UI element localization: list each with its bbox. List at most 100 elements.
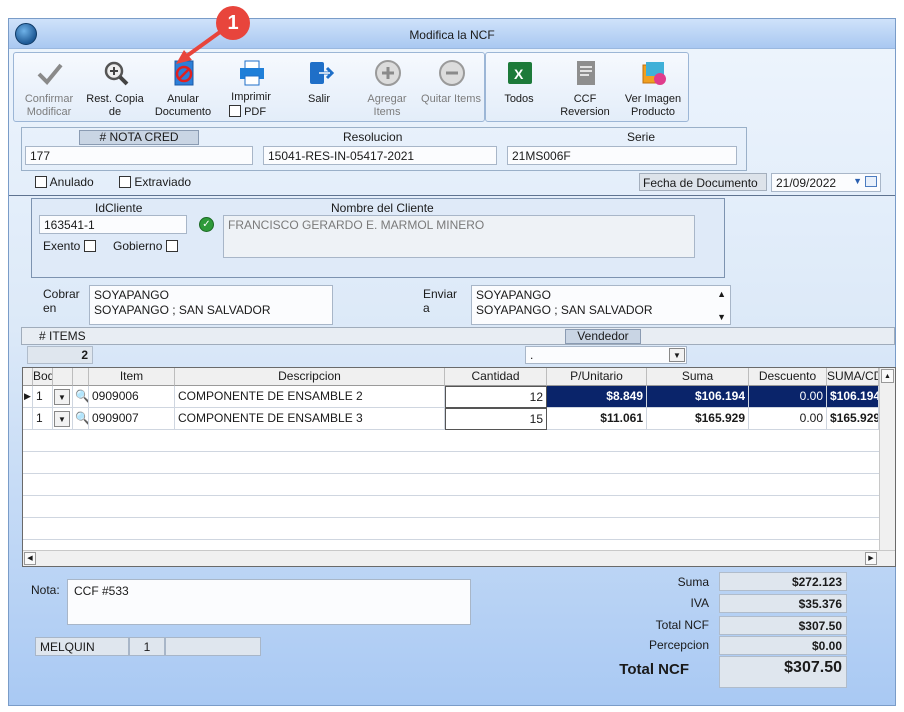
vertical-scrollbar[interactable]: ▲	[879, 368, 895, 550]
scroll-down-icon[interactable]: ▼	[717, 310, 726, 324]
scroll-up-icon[interactable]: ▲	[881, 369, 894, 383]
enviar-a-field[interactable]: SOYAPANGO SOYAPANGO ; SAN SALVADOR ▲ ▼	[471, 285, 731, 325]
cell-suma-cdesc[interactable]: $106.194	[827, 386, 879, 408]
ccf-reversion-button[interactable]: CCF Reversion	[552, 55, 618, 119]
ver-imagen-producto-button[interactable]: Ver Imagen Producto	[620, 55, 686, 119]
lookup-icon[interactable]: 🔍	[73, 408, 89, 430]
vendedor-label: Vendedor	[565, 329, 641, 344]
title-bar: Modifica la NCF	[9, 19, 895, 49]
nota-field[interactable]: CCF #533	[67, 579, 471, 625]
status-num: 1	[129, 637, 165, 656]
scroll-up-icon[interactable]: ▲	[717, 287, 726, 302]
dropdown-arrow-icon[interactable]: ▼	[853, 176, 862, 186]
validate-check-icon[interactable]: ✓	[199, 217, 214, 232]
zoom-icon	[104, 61, 129, 86]
exento-checkbox[interactable]	[83, 240, 96, 252]
anulado-checkbox[interactable]	[35, 176, 47, 188]
total-ncf-small-label: Total NCF	[655, 618, 709, 632]
cell-descuento[interactable]: 0.00	[749, 386, 827, 408]
document-icon	[577, 61, 595, 85]
cell-item[interactable]: 0909007	[89, 408, 175, 430]
items-grid: Bodega Item Descripcion Cantidad P/Unita…	[22, 367, 896, 567]
cell-descripcion[interactable]: COMPONENTE DE ENSAMBLE 2	[175, 386, 445, 408]
chevron-down-icon[interactable]: ▼	[669, 348, 685, 362]
resolucion-field[interactable]: 15041-RES-IN-05417-2021	[263, 146, 497, 165]
calendar-icon[interactable]	[865, 176, 877, 187]
plus-circle-icon	[375, 60, 401, 86]
excel-icon: X	[508, 62, 532, 84]
fecha-documento-label: Fecha de Documento	[639, 173, 767, 191]
id-cliente-label: IdCliente	[95, 201, 143, 215]
nota-cred-label: # NOTA CRED	[79, 130, 199, 145]
image-icon	[642, 62, 666, 85]
resolucion-label: Resolucion	[343, 130, 403, 144]
pdf-checkbox[interactable]	[229, 105, 241, 117]
extraviado-checkbox[interactable]	[119, 176, 131, 188]
gobierno-checkbox[interactable]	[165, 240, 178, 252]
items-label: # ITEMS	[39, 329, 86, 343]
chevron-down-icon[interactable]: ▼	[54, 389, 70, 405]
enviar-a-label: Enviar a	[423, 287, 458, 315]
exento-option[interactable]: Exento	[43, 239, 96, 253]
column-header-bodega[interactable]: Bodega	[33, 368, 53, 386]
total-ncf-label: Total NCF	[619, 661, 689, 678]
column-header-p-unitario[interactable]: P/Unitario	[547, 368, 647, 386]
cell-suma-cdesc[interactable]: $165.929	[827, 408, 879, 430]
cell-bodega[interactable]: 1	[33, 408, 53, 430]
cell-suma[interactable]: $106.194	[647, 386, 749, 408]
items-count: 2	[27, 346, 93, 364]
cobrar-en-field[interactable]: SOYAPANGO SOYAPANGO ; SAN SALVADOR	[89, 285, 333, 325]
cell-item[interactable]: 0909006	[89, 386, 175, 408]
cell-bodega[interactable]: 1	[33, 386, 53, 408]
percepcion-value: $0.00	[719, 636, 847, 655]
todos-button[interactable]: X Todos	[486, 55, 552, 119]
gobierno-option[interactable]: Gobierno	[113, 239, 178, 253]
toolbar-secondary: X Todos CCF Reversion Ver Imagen Product…	[485, 52, 689, 122]
cell-descripcion[interactable]: COMPONENTE DE ENSAMBLE 3	[175, 408, 445, 430]
fecha-documento-field[interactable]: 21/09/2022 ▼	[771, 173, 881, 192]
suma-label: Suma	[677, 575, 709, 589]
check-icon	[37, 63, 63, 85]
cell-cantidad[interactable]: 15	[445, 408, 547, 430]
serie-field[interactable]: 21MS006F	[507, 146, 737, 165]
column-header-suma-cdesc[interactable]: SUMA/CDESC	[827, 368, 879, 386]
bodega-dropdown[interactable]: ▼	[53, 408, 73, 430]
id-cliente-field[interactable]: 163541-1	[39, 215, 187, 234]
pdf-option[interactable]: PDF	[229, 105, 266, 119]
salir-button[interactable]: Salir	[286, 55, 352, 119]
row-selector-icon[interactable]: ▶	[23, 386, 33, 408]
iva-label: IVA	[690, 596, 709, 610]
percepcion-label: Percepcion	[648, 638, 709, 652]
chevron-down-icon[interactable]: ▼	[54, 411, 70, 427]
status-extra	[165, 637, 261, 656]
anulado-option[interactable]: Anulado	[35, 175, 94, 189]
column-header-cantidad[interactable]: Cantidad	[445, 368, 547, 386]
nombre-cliente-field: FRANCISCO GERARDO E. MARMOL MINERO	[223, 215, 695, 258]
bodega-dropdown[interactable]: ▼	[53, 386, 73, 408]
cell-p-unitario[interactable]: $8.849	[547, 386, 647, 408]
extraviado-option[interactable]: Extraviado	[119, 175, 191, 189]
scroll-left-icon[interactable]: ◀	[24, 552, 36, 565]
lookup-icon[interactable]: 🔍	[73, 386, 89, 408]
scroll-right-icon[interactable]: ▶	[865, 552, 877, 565]
serie-label: Serie	[627, 130, 656, 144]
total-ncf-value: $307.50	[719, 656, 847, 688]
nota-cred-field[interactable]: 177	[25, 146, 253, 165]
quitar-items-button[interactable]: Quitar Items	[418, 55, 484, 119]
cell-p-unitario[interactable]: $11.061	[547, 408, 647, 430]
horizontal-scrollbar[interactable]: ◀ ▶	[23, 550, 895, 566]
cell-cantidad[interactable]: 12	[445, 386, 547, 408]
column-header-item[interactable]: Item	[89, 368, 175, 386]
row-selector[interactable]	[23, 408, 33, 430]
rest-copia-button[interactable]: Rest. Copia de	[82, 55, 148, 119]
printer-icon	[240, 60, 264, 86]
cell-descuento[interactable]: 0.00	[749, 408, 827, 430]
confirmar-modificar-button[interactable]: Confirmar Modificar	[16, 55, 82, 119]
column-header-descuento[interactable]: Descuento	[749, 368, 827, 386]
column-header-suma[interactable]: Suma	[647, 368, 749, 386]
cell-suma[interactable]: $165.929	[647, 408, 749, 430]
agregar-items-button[interactable]: Agregar Items	[354, 55, 420, 119]
column-header-descripcion[interactable]: Descripcion	[175, 368, 445, 386]
main-window: Modifica la NCF Confirmar Modificar Rest…	[8, 18, 896, 706]
vendedor-select[interactable]: . ▼	[525, 346, 687, 364]
